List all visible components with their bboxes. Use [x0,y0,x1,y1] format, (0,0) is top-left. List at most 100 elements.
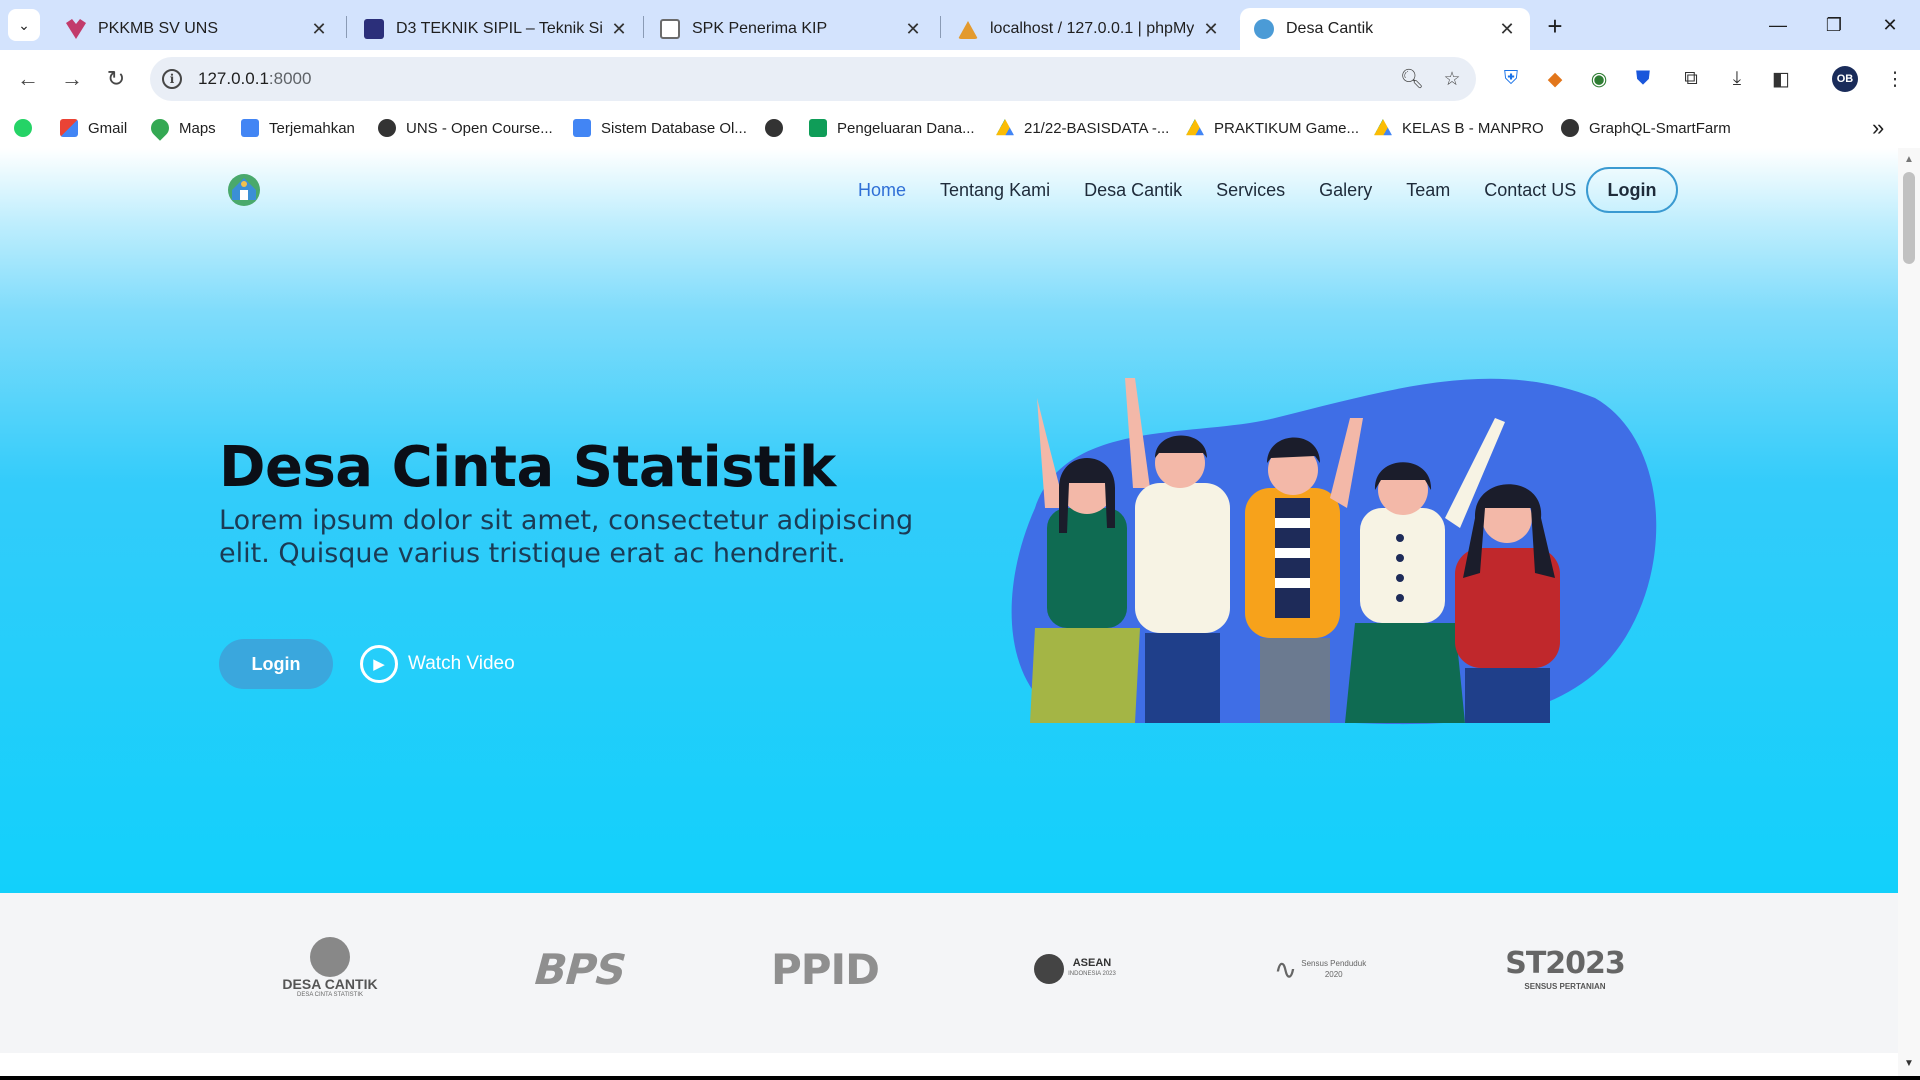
minimize-icon: — [1769,14,1787,35]
bookmark-whatsapp[interactable] [14,116,42,140]
close-icon[interactable]: ✕ [310,19,328,40]
watch-video-button[interactable]: ▶ Watch Video [360,645,515,683]
bookmark-uns-open-course[interactable]: UNS - Open Course... [378,116,553,140]
partners-logo-strip: DESA CANTIK DESA CINTA STATISTIK BPS PPI… [0,893,1898,1053]
navbar-login-button[interactable]: Login [1586,167,1678,213]
page-scrollbar[interactable]: ▲ ▼ [1898,148,1920,1076]
client-sub: INDONESIA 2023 [1068,971,1116,977]
bookmark-kelas-b-manpro[interactable]: KELAS B - MANPRO [1374,116,1544,140]
shield-extension-icon[interactable]: ⛊ [1628,64,1658,94]
sheets-icon [809,119,827,137]
scroll-up-icon[interactable]: ▲ [1904,154,1914,165]
nav-contact-us[interactable]: Contact US [1484,176,1576,204]
st2023-logo: ST2023 SENSUS PERTANIAN [1505,933,1626,1005]
bookmark-terjemahkan[interactable]: Terjemahkan [241,116,355,140]
nav-galery[interactable]: Galery [1319,176,1372,204]
globe-icon [378,119,396,137]
bps-logo: BPS [528,933,631,1005]
map-pin-icon [147,115,173,141]
translate-icon [241,119,259,137]
globe-icon [1561,119,1579,137]
bookmark-gmail[interactable]: Gmail [60,116,127,140]
tab-spk-kip[interactable]: SPK Penerima KIP ✕ [646,8,936,50]
forward-button[interactable]: → [56,63,88,95]
bookmark-praktikum-game[interactable]: PRAKTIKUM Game... [1186,116,1359,140]
tab-favicon-icon [958,21,978,39]
arrow-right-icon: → [61,66,83,91]
tab-teknik-sipil[interactable]: D3 TEKNIK SIPIL – Teknik Sipil U ✕ [350,8,642,50]
minimize-button[interactable]: — [1758,8,1798,42]
tab-favicon-icon [364,19,384,39]
address-bar[interactable]: i 127.0.0.1:8000 🔍︎ ☆ [150,57,1476,101]
nav-desa-cantik[interactable]: Desa Cantik [1084,176,1182,204]
window-close-button[interactable]: ✕ [1870,8,1910,42]
close-icon[interactable]: ✕ [610,19,628,40]
close-icon[interactable]: ✕ [904,19,922,40]
hero-login-button[interactable]: Login [219,639,333,689]
restore-button[interactable]: ❐ [1814,8,1854,42]
download-icon[interactable]: ⤓ [1722,64,1752,94]
bookmark-maps[interactable]: Maps [147,115,216,141]
bookmark-globe[interactable] [765,116,793,140]
client-name: Sensus Penduduk [1301,959,1367,968]
next-section-edge [0,1053,1898,1076]
nav-services[interactable]: Services [1216,176,1285,204]
bookmark-sistem-database[interactable]: Sistem Database Ol... [573,116,747,140]
url-text[interactable]: 127.0.0.1:8000 [198,69,1396,89]
client-name: ST2023 [1505,946,1626,981]
scrollbar-thumb[interactable] [1903,172,1915,264]
tab-desa-cantik[interactable]: Desa Cantik ✕ [1240,8,1530,50]
bookmark-label: Pengeluaran Dana... [837,119,975,137]
page-viewport: Home Tentang Kami Desa Cantik Services G… [0,148,1898,1076]
back-button[interactable]: ← [12,63,44,95]
profile-avatar-icon[interactable]: OB [1832,66,1858,92]
bookmark-basisdata[interactable]: 21/22-BASISDATA -... [996,116,1169,140]
tab-title: PKKMB SV UNS [98,20,219,37]
bookmark-graphql-smartfarm[interactable]: GraphQL-SmartFarm [1561,116,1731,140]
nav-home[interactable]: Home [858,176,906,204]
site-logo-icon[interactable] [226,170,262,208]
ppid-logo: PPID [765,933,885,1005]
bookmark-label: Gmail [88,119,128,137]
metamask-extension-icon[interactable]: ◆ [1540,64,1570,94]
zoom-icon[interactable]: 🔍︎ [1396,63,1428,95]
bookmark-label: PRAKTIKUM Game... [1214,119,1360,137]
client-name: PPID [770,944,880,994]
tab-search-button[interactable]: ⌄ [8,9,40,41]
drive-icon [1374,119,1392,136]
chevron-double-right-icon: » [1872,115,1885,140]
close-icon[interactable]: ✕ [1498,19,1516,40]
play-icon: ▶ [360,645,398,683]
bitwarden-extension-icon[interactable]: ⛨ [1496,64,1526,94]
globe-extension-icon[interactable]: ◉ [1584,64,1614,94]
tab-divider [346,16,347,38]
scroll-down-icon[interactable]: ▼ [1904,1058,1914,1069]
tab-title: localhost / 127.0.0.1 | phpMyAd [990,20,1194,37]
reload-button[interactable]: ↻ [100,63,132,95]
bookmark-label: UNS - Open Course... [406,119,553,137]
more-menu-icon[interactable]: ⋮ [1880,64,1910,94]
close-icon[interactable]: ✕ [1202,19,1220,40]
drive-icon [1186,119,1204,136]
bookmark-star-icon[interactable]: ☆ [1436,63,1468,95]
bookmark-pengeluaran-dana[interactable]: Pengeluaran Dana... [809,116,975,140]
nav-tentang-kami[interactable]: Tentang Kami [940,176,1050,204]
nav-team[interactable]: Team [1406,176,1450,204]
tab-pkkmb[interactable]: PKKMB SV UNS ✕ [52,8,342,50]
side-panel-icon[interactable]: ◧ [1766,64,1796,94]
tab-phpmyadmin[interactable]: localhost / 127.0.0.1 | phpMyAd ✕ [944,8,1234,50]
bookmark-label: KELAS B - MANPRO [1402,119,1544,137]
more-bookmarks-button[interactable]: » [1872,115,1885,140]
client-sub: SENSUS PERTANIAN [1524,982,1606,991]
globe-icon [765,119,783,137]
client-sub: DESA CINTA STATISTIK [296,992,363,998]
site-info-icon[interactable]: i [162,69,182,89]
client-name: BPS [528,944,632,994]
tab-divider [940,16,941,38]
new-tab-button[interactable]: + [1540,11,1570,41]
hero-title: Desa Cinta Statistik [219,435,836,500]
bookmark-label: 21/22-BASISDATA -... [1024,119,1170,137]
extensions-puzzle-icon[interactable]: ⧉ [1676,64,1706,94]
drive-icon [996,119,1014,136]
tab-title: D3 TEKNIK SIPIL – Teknik Sipil U [396,20,602,37]
